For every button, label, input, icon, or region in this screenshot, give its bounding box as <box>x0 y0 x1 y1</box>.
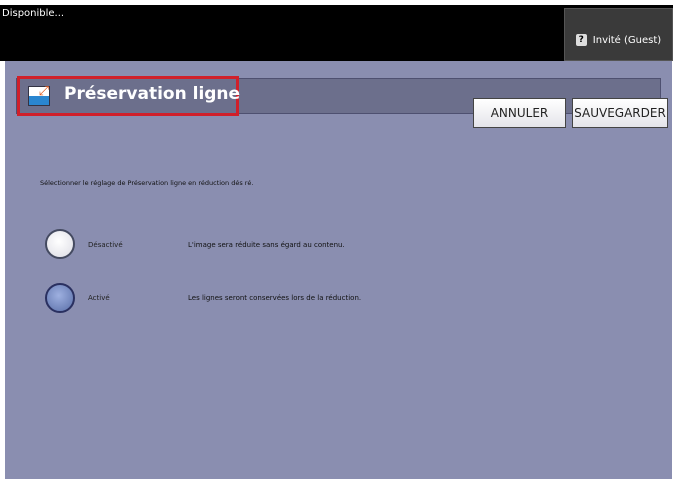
option-description-on: Les lignes seront conservées lors de la … <box>188 294 362 302</box>
radio-off[interactable] <box>45 229 75 259</box>
save-button[interactable]: SAUVEGARDER <box>572 98 668 128</box>
option-description-off: L'image sera réduite sans égard au conte… <box>188 241 345 249</box>
cancel-button[interactable]: ANNULER <box>473 98 566 128</box>
instruction-text: Sélectionner le réglage de Préservation … <box>40 179 254 187</box>
radio-on[interactable] <box>45 283 75 313</box>
status-bar: Disponible... ? Invité (Guest) <box>0 5 673 61</box>
status-text: Disponible... <box>2 8 65 19</box>
user-icon: ? <box>575 34 587 46</box>
page-title: Préservation ligne <box>64 84 241 104</box>
option-label-off: Désactivé <box>88 241 123 249</box>
guest-login-button[interactable]: ? Invité (Guest) <box>564 8 673 61</box>
option-label-on: Activé <box>88 294 110 302</box>
line-preservation-icon <box>28 84 50 106</box>
guest-label: Invité (Guest) <box>592 35 662 46</box>
main-panel: ANNULER SAUVEGARDER Préservation ligne S… <box>5 61 672 479</box>
